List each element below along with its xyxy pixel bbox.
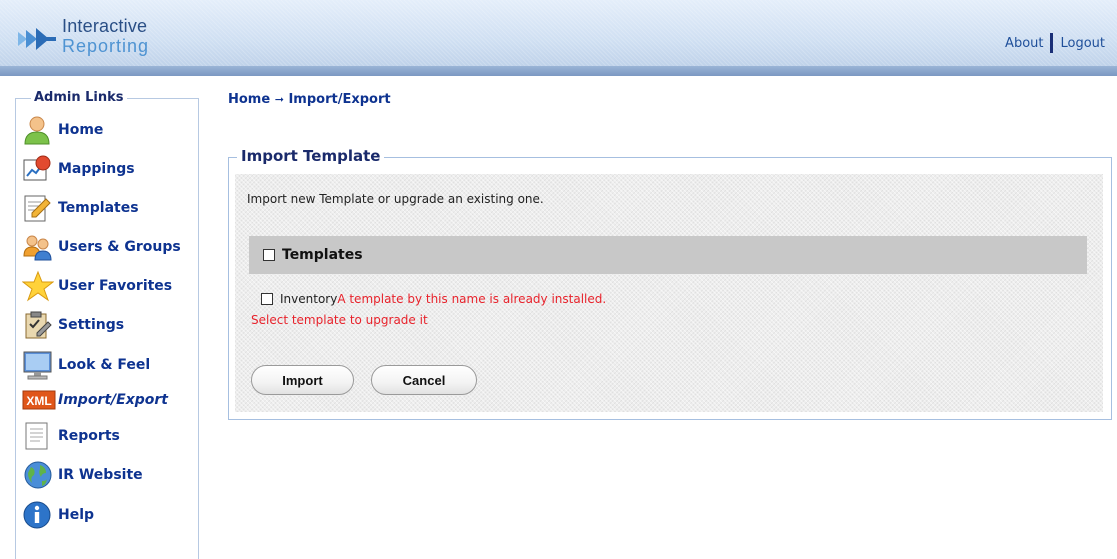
admin-links-panel: Admin Links Home Mappings Templates User… [15,90,199,559]
sidebar-item-label: Reports [58,428,120,444]
logo-text-line2: Reporting [62,36,150,56]
info-icon [22,498,56,532]
sidebar-item-help[interactable]: Help [22,498,94,532]
sidebar-item-templates[interactable]: Templates [22,191,139,225]
app-logo[interactable]: Interactive Reporting [18,14,188,60]
sidebar-item-label: Users & Groups [58,239,181,255]
sidebar-item-label: Look & Feel [58,357,151,373]
clipboard-settings-icon [22,308,56,342]
document-pencil-icon [22,191,56,225]
import-template-fieldset: Import Template Import new Template or u… [228,147,1112,420]
top-links: About Logout [1005,33,1105,53]
xml-icon: XML [22,383,56,417]
sidebar-item-import-export[interactable]: XML Import/Export [22,383,168,417]
link-separator [1050,33,1054,53]
sidebar-item-mappings[interactable]: Mappings [22,152,135,186]
breadcrumb-arrow-icon: ➞ [274,93,284,106]
sidebar-item-users-groups[interactable]: Users & Groups [22,230,181,264]
sidebar-item-label: Import/Export [58,392,168,408]
users-icon [22,230,56,264]
sidebar-item-ir-website[interactable]: IR Website [22,458,143,492]
logo-arrows-icon [18,28,56,50]
logo-text-line1: Interactive [62,16,148,36]
logout-link[interactable]: Logout [1060,36,1105,51]
globe-icon [22,458,56,492]
cancel-button[interactable]: Cancel [371,365,477,395]
templates-checkbox[interactable] [263,249,275,261]
sidebar-item-label: Mappings [58,161,135,177]
monitor-icon [22,348,56,382]
sidebar-item-user-favorites[interactable]: User Favorites [22,269,172,303]
svg-text:XML: XML [26,394,51,408]
header-band [0,66,1117,76]
sidebar-item-label: Settings [58,317,125,333]
chart-icon [22,152,56,186]
app-header: Interactive Reporting About Logout [0,0,1117,76]
import-intro-text: Import new Template or upgrade an existi… [247,192,544,206]
sidebar-item-settings[interactable]: Settings [22,308,124,342]
inventory-label: Inventory [280,292,338,306]
sidebar-item-label: Help [58,507,95,523]
inventory-checkbox[interactable] [261,293,273,305]
already-installed-warning: A template by this name is already insta… [337,292,607,306]
templates-label: Templates [282,247,363,263]
upgrade-hint-text: Select template to upgrade it [251,313,428,327]
inventory-row: Inventory A template by this name is alre… [261,292,606,306]
sidebar-item-label: IR Website [58,467,143,483]
star-icon [22,269,56,303]
import-button[interactable]: Import [251,365,354,395]
report-icon [22,419,56,453]
person-icon [22,113,56,147]
sidebar-item-label: Templates [58,200,139,216]
breadcrumb: Home ➞ Import/Export [228,92,391,107]
admin-links-heading: Admin Links [31,90,127,105]
sidebar-item-label: Home [58,122,104,138]
breadcrumb-current: Import/Export [288,92,391,107]
sidebar-item-look-feel[interactable]: Look & Feel [22,348,150,382]
templates-header-row: Templates [249,236,1087,274]
import-template-heading: Import Template [237,147,385,165]
import-template-panel: Import new Template or upgrade an existi… [235,174,1103,412]
about-link[interactable]: About [1005,36,1043,51]
sidebar-item-reports[interactable]: Reports [22,419,120,453]
sidebar-item-home[interactable]: Home [22,113,103,147]
breadcrumb-home-link[interactable]: Home [228,92,270,107]
sidebar-item-label: User Favorites [58,278,173,294]
